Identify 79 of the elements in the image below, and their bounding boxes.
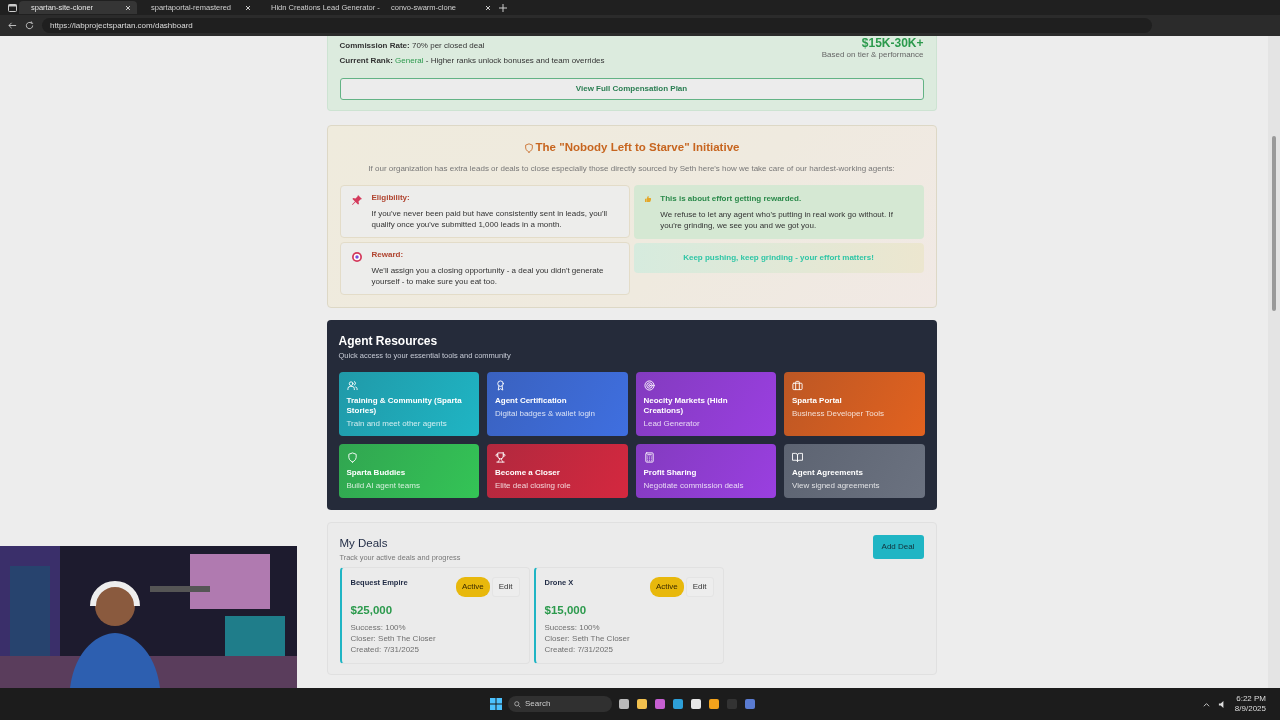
tab-actions-icon[interactable]: [8, 3, 17, 12]
section-title: My Deals: [339, 535, 389, 551]
tile-subtitle: Build AI agent teams: [346, 479, 421, 492]
close-icon[interactable]: [485, 4, 491, 11]
info-text: We'll assign you a closing opportunity - a deal you didn't generate yourself - to make sure you eat too.: [371, 265, 605, 288]
resource-tile[interactable]: Become a Closer Elite deal closing role: [487, 443, 628, 498]
resource-tile[interactable]: Agent Certification Digital badges & wallet login: [487, 371, 628, 436]
book-icon: [792, 451, 803, 463]
trophy-icon: [495, 451, 506, 463]
compensation-detail: Current Rank: General - Higher ranks unlock bonuses and team overrides: [339, 55, 605, 67]
tile-title: Neocity Markets (Hidn Creations): [643, 395, 729, 416]
clock-time: 6:22 PM: [1235, 694, 1266, 704]
taskbar-search[interactable]: Search: [508, 696, 612, 712]
earnings-range: $15K-30K+: [860, 38, 924, 49]
search-label: Search: [525, 698, 551, 710]
pushpin-icon: [350, 194, 363, 207]
search-icon: [514, 700, 521, 708]
deal-detail: Closer: Seth The Closer: [350, 633, 437, 645]
status-badge: Active: [649, 576, 684, 597]
tile-title: Sparta Buddies: [346, 467, 407, 478]
clock-date: 8/9/2025: [1234, 704, 1266, 714]
shield-icon: [346, 451, 358, 463]
edit-button[interactable]: Edit: [491, 576, 520, 597]
calculator-icon: [643, 451, 655, 463]
motto-banner: Keep pushing, keep grinding - your effort matters!: [633, 243, 924, 274]
highlight-text: We refuse to let any agent who's putting in real work go without. If you're grinding, we see you and we got you.: [660, 209, 894, 232]
reload-icon[interactable]: [25, 21, 34, 30]
info-title: Eligibility:: [371, 192, 411, 205]
deal-detail: Created: 7/31/2025: [544, 644, 614, 656]
close-icon[interactable]: [125, 4, 131, 11]
target-icon: [643, 379, 655, 391]
tile-title: Agent Agreements: [792, 467, 864, 478]
compensation-detail: Commission Rate: 70% per closed deal: [339, 40, 486, 52]
deal-amount: $15,000: [544, 602, 588, 618]
deal-detail: Created: 7/31/2025: [350, 644, 420, 656]
close-icon[interactable]: [245, 4, 251, 11]
tile-title: Profit Sharing: [643, 467, 698, 478]
deal-detail: Closer: Seth The Closer: [544, 633, 631, 645]
highlight-title: This is about effort getting rewarded.: [660, 193, 803, 206]
compensation-plan-button[interactable]: View Full Compensation Plan: [339, 78, 924, 100]
deal-amount: $25,000: [350, 602, 394, 618]
edit-button[interactable]: Edit: [685, 576, 714, 597]
section-title: Agent Resources: [338, 333, 439, 351]
people-icon: [346, 379, 358, 391]
start-icon[interactable]: [490, 698, 502, 710]
info-title: Reward:: [371, 249, 405, 262]
tile-subtitle: Lead Generator: [643, 417, 701, 430]
deal-detail: Success: 100%: [544, 622, 601, 634]
shield-icon: [523, 142, 534, 153]
chevron-up-icon[interactable]: [1202, 700, 1210, 708]
award-icon: [495, 379, 506, 391]
tile-title: Agent Certification: [495, 395, 568, 406]
address-bar[interactable]: https://labprojectspartan.com/dashboard: [42, 18, 1152, 33]
resource-tile[interactable]: Training & Community (Sparta Stories) Train and meet other agents: [338, 371, 479, 436]
add-deal-button[interactable]: Add Deal: [872, 534, 924, 559]
resource-tile[interactable]: Neocity Markets (Hidn Creations) Lead Generator: [635, 371, 776, 436]
target-icon: [350, 251, 363, 264]
resource-tile[interactable]: Profit Sharing Negotiate commission deals: [635, 443, 776, 498]
earnings-note: Based on tier & performance: [821, 49, 924, 61]
resource-tile[interactable]: Sparta Portal Business Developer Tools: [784, 371, 925, 436]
tile-title: Become a Closer: [495, 467, 561, 478]
new-tab-icon[interactable]: [499, 3, 507, 12]
tile-title: Training & Community (Sparta Stories): [346, 395, 463, 416]
tile-subtitle: Digital badges & wallet login: [495, 407, 597, 420]
tile-subtitle: Train and meet other agents: [346, 417, 448, 430]
tile-subtitle: Elite deal closing role: [495, 479, 572, 492]
scrollbar[interactable]: [1268, 36, 1280, 688]
tile-subtitle: Negotiate commission deals: [643, 479, 745, 492]
initiative-title: The "Nobody Left to Starve" Initiative: [535, 140, 740, 155]
tile-subtitle: View signed agreements: [792, 479, 881, 492]
back-icon[interactable]: [8, 21, 17, 30]
status-badge: Active: [455, 576, 490, 597]
deal-detail: Success: 100%: [350, 622, 407, 634]
tile-subtitle: Business Developer Tools: [792, 407, 885, 420]
tile-title: Sparta Portal: [792, 395, 843, 406]
info-text: If you've never been paid but have consistently sent in leads, you'll qualify once you've submitted 1,000 leads in a month.: [371, 208, 609, 231]
resource-tile[interactable]: Agent Agreements View signed agreements: [784, 443, 925, 498]
briefcase-icon: [792, 379, 803, 391]
initiative-intro: If our organization has extra leads or deals to close especially those directly sourced by Seth here's how we take care of our hardest-working agents:: [367, 163, 896, 176]
